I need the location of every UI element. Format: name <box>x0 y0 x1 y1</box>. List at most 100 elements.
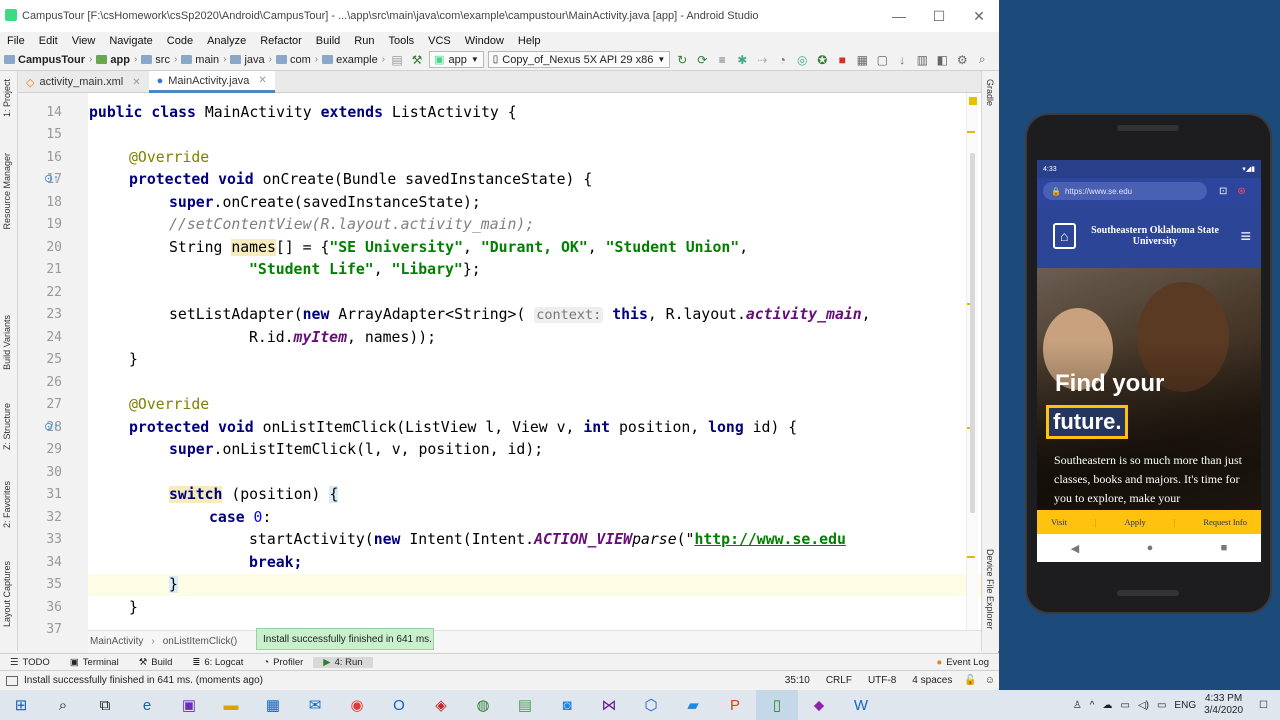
emulator-taskbar-icon[interactable]: ▯ <box>756 690 798 720</box>
search-icon[interactable]: ⌕ <box>42 690 84 720</box>
hamburger-menu-icon[interactable]: ≡ <box>1240 226 1251 247</box>
device-select[interactable]: ▯ Copy_of_Nexus 5X API 29 x86 ▼ <box>487 51 671 68</box>
edge-icon[interactable]: e <box>126 690 168 720</box>
settings-icon[interactable]: ⚙ <box>954 52 970 68</box>
window-toggle-icon[interactable] <box>6 675 18 686</box>
menu-build[interactable]: Build <box>309 35 347 47</box>
visual-studio-installer-icon[interactable]: ▣ <box>168 690 210 720</box>
layout-inspector-icon[interactable]: ▥ <box>914 52 930 68</box>
profile-icon[interactable]: ◔ <box>774 52 790 68</box>
back-icon[interactable]: ◀ <box>1071 542 1079 555</box>
menu-window[interactable]: Window <box>458 35 511 47</box>
tool-build[interactable]: ⚒ Build <box>129 657 183 668</box>
request-info-link[interactable]: Request Info <box>1203 517 1247 527</box>
close-tab-icon[interactable]: ✕ <box>132 77 140 88</box>
tool-structure[interactable]: Z: Structure <box>2 403 12 450</box>
attach-debugger-icon[interactable]: ⇢ <box>754 52 770 68</box>
breadcrumb-example[interactable]: example <box>322 54 378 66</box>
language-indicator[interactable]: ENG <box>1170 700 1200 711</box>
menu-code[interactable]: Code <box>160 35 200 47</box>
caret-position[interactable]: 35:10 <box>777 675 818 686</box>
android-studio-taskbar-icon[interactable]: ◍ <box>462 690 504 720</box>
breadcrumb-main[interactable]: main <box>181 54 219 66</box>
menu-file[interactable]: File <box>0 35 32 47</box>
visual-studio-icon[interactable]: ⋈ <box>588 690 630 720</box>
clock[interactable]: 4:33 PM 3/4/2020 <box>1200 693 1247 717</box>
browser-url-field[interactable]: 🔒 https://www.se.edu <box>1043 182 1207 200</box>
tool-favorites[interactable]: 2: Favorites <box>2 481 12 528</box>
breadcrumb-project[interactable]: CampusTour <box>4 54 85 66</box>
tool-todo[interactable]: ☰ TODO <box>0 657 60 668</box>
breadcrumb-app[interactable]: app <box>96 54 130 66</box>
tray-chevron-icon[interactable]: ^ <box>1086 700 1099 711</box>
home-icon[interactable]: ● <box>1147 542 1154 554</box>
network-icon[interactable]: ▭ <box>1116 700 1133 711</box>
menu-refactor[interactable]: Refactor <box>253 35 309 47</box>
emulator-screen[interactable]: 4:33 ▾◢▮ 🔒 https://www.se.edu ⊡ ⊛ ⌂ South… <box>1037 160 1261 562</box>
tab-activity-main-xml[interactable]: ◇ activity_main.xml ✕ <box>18 71 149 93</box>
university-name[interactable]: Southeastern Oklahoma State University <box>1082 225 1229 247</box>
battery-icon[interactable]: ▭ <box>1153 700 1170 711</box>
sync-icon[interactable]: ▦ <box>854 52 870 68</box>
package-icon[interactable]: ▤ <box>389 52 405 68</box>
zoom-icon[interactable]: ◙ <box>546 690 588 720</box>
task-view-icon[interactable]: ⧉ <box>84 690 126 720</box>
inspector-icon[interactable]: ☺ <box>981 675 999 686</box>
stop-icon[interactable]: ■ <box>834 52 850 68</box>
chrome-icon[interactable]: ◉ <box>336 690 378 720</box>
warning-indicator-icon[interactable] <box>969 97 977 105</box>
tool-gradle[interactable]: Gradle <box>985 79 995 106</box>
error-stripe[interactable] <box>967 131 975 133</box>
avd-manager-icon[interactable]: ▢ <box>874 52 890 68</box>
menu-view[interactable]: View <box>65 35 103 47</box>
breadcrumb-class[interactable]: MainActivity <box>90 636 143 647</box>
app-icon[interactable]: ◈ <box>420 690 462 720</box>
close-button[interactable]: ✕ <box>959 8 999 25</box>
menu-navigate[interactable]: Navigate <box>102 35 159 47</box>
breadcrumb-com[interactable]: com <box>276 54 311 66</box>
windows-start-icon[interactable]: ⊞ <box>0 690 42 720</box>
tool-project[interactable]: 1: Project <box>2 79 12 117</box>
minimize-button[interactable]: — <box>879 8 919 24</box>
tool-event-log[interactable]: ● Event Log <box>926 657 999 668</box>
hammer-icon[interactable]: ⚒ <box>409 52 425 68</box>
breadcrumb-java[interactable]: java <box>230 54 265 66</box>
code-editor[interactable]: public class MainActivity extends ListAc… <box>88 93 981 630</box>
tool-run[interactable]: ▶ 4: Run <box>313 656 373 668</box>
indent-setting[interactable]: 4 spaces <box>904 675 960 686</box>
mail-icon[interactable]: ✉ <box>294 690 336 720</box>
tool-profiler[interactable]: ◔ Profiler <box>253 657 313 668</box>
coverage-icon[interactable]: ≡ <box>714 52 730 68</box>
recents-icon[interactable]: ■ <box>1221 542 1228 554</box>
override-marker-icon[interactable]: ⊙↑ <box>44 172 59 185</box>
menu-vcs[interactable]: VCS <box>421 35 458 47</box>
file-explorer-icon[interactable]: ▬ <box>210 690 252 720</box>
tool-logcat[interactable]: ≣ 6: Logcat <box>182 657 253 668</box>
rerun-icon[interactable]: ↻ <box>674 52 690 68</box>
debug-icon[interactable]: ✱ <box>734 52 750 68</box>
notepad-icon[interactable]: ▤ <box>504 690 546 720</box>
tool-terminal[interactable]: ▣ Terminal <box>60 657 129 668</box>
breadcrumb-method[interactable]: onListItemClick() <box>163 636 237 647</box>
device-manager-icon[interactable]: ◧ <box>934 52 950 68</box>
file-encoding[interactable]: UTF-8 <box>860 675 904 686</box>
lock-icon[interactable]: 🔓 <box>960 675 980 686</box>
menu-dots-icon[interactable]: ⊛ <box>1237 186 1245 197</box>
word-icon[interactable]: W <box>840 690 882 720</box>
cube-app-icon[interactable]: ⬡ <box>630 690 672 720</box>
tab-mainactivity-java[interactable]: ● MainActivity.java ✕ <box>148 71 275 93</box>
menu-run[interactable]: Run <box>347 35 381 47</box>
tabs-icon[interactable]: ⊡ <box>1219 186 1227 197</box>
maximize-button[interactable]: ☐ <box>919 8 959 25</box>
menu-tools[interactable]: Tools <box>381 35 421 47</box>
maps-app-icon[interactable]: ⬥ <box>798 690 840 720</box>
outlook-icon[interactable]: O <box>378 690 420 720</box>
onedrive-icon[interactable]: ☁ <box>1098 700 1116 711</box>
tool-layout-captures[interactable]: Layout Captures <box>2 561 12 627</box>
override-marker-icon[interactable]: ⊙↑ <box>44 420 59 433</box>
cloud-app-icon[interactable]: ▰ <box>672 690 714 720</box>
line-separator[interactable]: CRLF <box>818 675 860 686</box>
sdk-manager-icon[interactable]: ↓ <box>894 52 910 68</box>
people-icon[interactable]: ♙ <box>1069 700 1086 711</box>
search-icon[interactable]: ⌕ <box>974 52 990 68</box>
